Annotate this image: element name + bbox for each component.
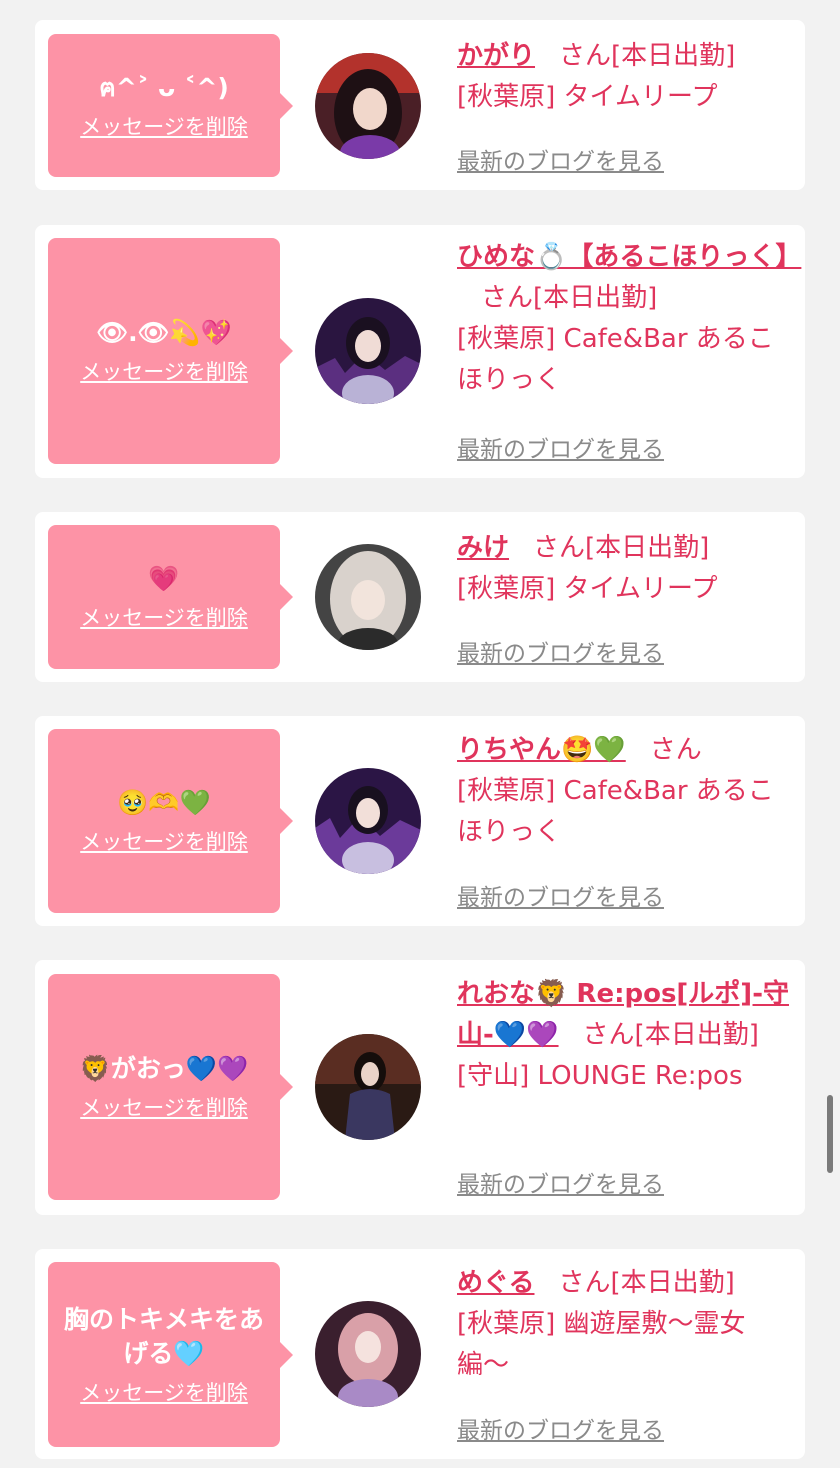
delete-message-link[interactable]: メッセージを削除 xyxy=(80,602,248,632)
shop-name: [秋葉原] Cafe&Bar あるこほりっく xyxy=(457,776,774,847)
message-text: 胸のトキメキをあげる🩵 xyxy=(63,1304,264,1368)
avatar-photo-icon xyxy=(315,768,421,874)
message-text: 🦁がおっ💙💜 xyxy=(79,1054,249,1083)
girl-name-link[interactable]: りちやん🤩💚 xyxy=(457,735,626,765)
avatar[interactable] xyxy=(315,1301,421,1407)
message-bubble: ฅ^˃ ᴗ ˂^) メッセージを削除 xyxy=(48,34,293,177)
message-text: 💗 xyxy=(148,564,180,593)
girl-info: ひめな💍【あるこほりっく】さん[本日出勤] [秋葉原] Cafe&Bar あるこ… xyxy=(457,237,801,401)
message-card: 🥹🫶💚 メッセージを削除 りちやん🤩💚 さん [秋葉原] Cafe&Bar あるこ… xyxy=(35,716,805,926)
girl-info: みけ さん[本日出勤] [秋葉原] タイムリープ xyxy=(457,528,797,610)
message-text: 👁.👁💫💖 xyxy=(96,318,232,347)
girl-info: りちやん🤩💚 さん [秋葉原] Cafe&Bar あるこほりっく xyxy=(457,730,797,853)
girl-info: めぐる さん[本日出勤] [秋葉原] 幽遊屋敷〜霊女編〜 xyxy=(457,1263,797,1386)
message-text: 🥹🫶💚 xyxy=(117,788,211,817)
avatar-photo-icon xyxy=(315,53,421,159)
avatar[interactable] xyxy=(315,298,421,404)
delete-message-link[interactable]: メッセージを削除 xyxy=(80,356,248,386)
message-card: 👁.👁💫💖 メッセージを削除 ひめな💍【あるこほりっく】さん[本日出勤] [秋葉… xyxy=(35,225,805,478)
latest-blog-link[interactable]: 最新のブログを見る xyxy=(457,1411,664,1445)
delete-message-link[interactable]: メッセージを削除 xyxy=(80,826,248,856)
delete-message-link[interactable]: メッセージを削除 xyxy=(80,1092,248,1122)
delete-message-link[interactable]: メッセージを削除 xyxy=(80,111,248,141)
message-text: ฅ^˃ ᴗ ˂^) xyxy=(99,72,229,102)
message-card: 💗 メッセージを削除 みけ さん[本日出勤] [秋葉原] タイムリープ 最新のブロ… xyxy=(35,512,805,682)
latest-blog-link[interactable]: 最新のブログを見る xyxy=(457,1165,664,1199)
girl-name-link[interactable]: みけ xyxy=(457,533,509,563)
latest-blog-link[interactable]: 最新のブログを見る xyxy=(457,634,664,668)
message-card: 胸のトキメキをあげる🩵 メッセージを削除 めぐる さん[本日出勤] [秋葉原] 幽… xyxy=(35,1249,805,1459)
girl-name-link[interactable]: かがり xyxy=(457,41,535,71)
message-bubble: 💗 メッセージを削除 xyxy=(48,525,293,669)
delete-message-link[interactable]: メッセージを削除 xyxy=(80,1377,248,1407)
avatar-photo-icon xyxy=(315,1301,421,1407)
message-bubble: 🥹🫶💚 メッセージを削除 xyxy=(48,729,293,913)
girl-status: さん[本日出勤] xyxy=(481,283,658,313)
scrollbar[interactable] xyxy=(827,1095,833,1173)
message-bubble: 🦁がおっ💙💜 メッセージを削除 xyxy=(48,974,293,1200)
avatar-photo-icon xyxy=(315,1034,421,1140)
latest-blog-link[interactable]: 最新のブログを見る xyxy=(457,430,664,464)
girl-info: れおな🦁 Re:pos[ルポ]-守山-💙💜 さん[本日出勤] [守山] LOUNG… xyxy=(457,974,797,1097)
avatar[interactable] xyxy=(315,768,421,874)
message-bubble: 👁.👁💫💖 メッセージを削除 xyxy=(48,238,293,464)
girl-status: さん xyxy=(649,735,702,765)
girl-name-link[interactable]: ひめな💍【あるこほりっく】 xyxy=(457,242,801,272)
girl-status: さん[本日出勤] xyxy=(582,1020,759,1050)
avatar-photo-icon xyxy=(315,544,421,650)
message-card: 🦁がおっ💙💜 メッセージを削除 れおな🦁 Re:pos[ルポ]-守山-💙💜 さん[… xyxy=(35,960,805,1215)
message-bubble: 胸のトキメキをあげる🩵 メッセージを削除 xyxy=(48,1262,293,1447)
girl-status: さん[本日出勤] xyxy=(559,41,736,71)
shop-name: [守山] LOUNGE Re:pos xyxy=(457,1061,743,1091)
latest-blog-link[interactable]: 最新のブログを見る xyxy=(457,142,664,176)
girl-status: さん[本日出勤] xyxy=(533,533,710,563)
message-card: ฅ^˃ ᴗ ˂^) メッセージを削除 かがり さん[本日出勤] [秋葉原] タイム… xyxy=(35,20,805,190)
avatar-photo-icon xyxy=(315,298,421,404)
shop-name: [秋葉原] Cafe&Bar あるこほりっく xyxy=(457,324,774,395)
latest-blog-link[interactable]: 最新のブログを見る xyxy=(457,878,664,912)
avatar[interactable] xyxy=(315,544,421,650)
girl-name-link[interactable]: めぐる xyxy=(457,1268,534,1298)
shop-name: [秋葉原] タイムリープ xyxy=(457,574,718,604)
girl-status: さん[本日出勤] xyxy=(558,1268,735,1298)
avatar[interactable] xyxy=(315,1034,421,1140)
shop-name: [秋葉原] 幽遊屋敷〜霊女編〜 xyxy=(457,1309,746,1380)
girl-info: かがり さん[本日出勤] [秋葉原] タイムリープ xyxy=(457,36,797,118)
avatar[interactable] xyxy=(315,53,421,159)
shop-name: [秋葉原] タイムリープ xyxy=(457,82,718,112)
